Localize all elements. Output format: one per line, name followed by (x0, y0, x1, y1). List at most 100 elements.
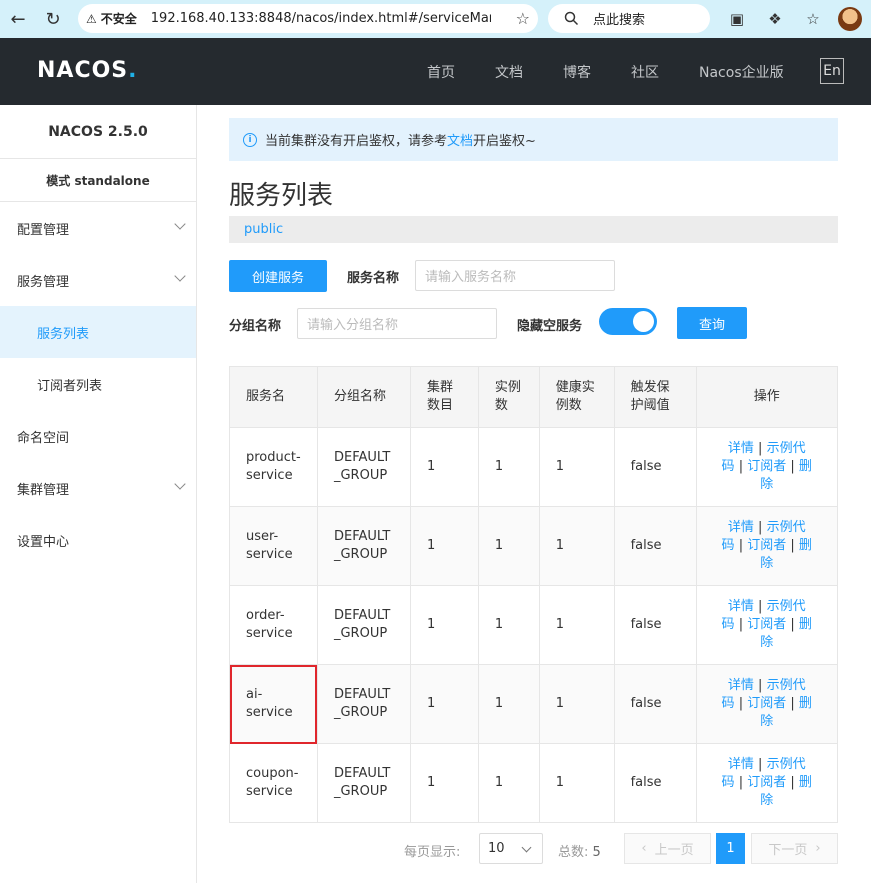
subscriber-link[interactable]: 订阅者 (747, 617, 786, 632)
nav-docs[interactable]: 文档 (495, 38, 523, 105)
sample-code-link[interactable]: 码 (722, 538, 735, 553)
back-icon[interactable]: ← (3, 4, 33, 34)
group-name-cell: DEFAULT _GROUP (316, 585, 411, 665)
nav-blog-label[interactable]: 博客 (563, 62, 591, 82)
language-switch[interactable]: En (820, 58, 844, 84)
sample-code-link[interactable]: 码 (722, 459, 735, 474)
delete-link[interactable]: 删 (799, 696, 812, 711)
operations-cell: 详情 | 示例代码 | 订阅者 | 删除 (695, 506, 838, 586)
sidebar-item-namespace[interactable]: 命名空间 (0, 410, 196, 462)
detail-link[interactable]: 详情 (728, 599, 754, 614)
sidebar-item-label: 服务列表 (37, 326, 90, 342)
column-header: 触发保 护阈值 (613, 366, 697, 428)
create-service-button[interactable]: 创建服务 (229, 260, 327, 292)
sidebar-item-service-list[interactable]: 服务列表 (0, 306, 196, 358)
sidebar-item-subscribers[interactable]: 订阅者列表 (0, 358, 196, 410)
subscriber-link[interactable]: 订阅者 (747, 538, 786, 553)
sample-code-link[interactable]: 示例代 (767, 441, 806, 456)
threshold-cell: false (613, 506, 697, 586)
column-header: 操作 (695, 366, 838, 428)
sample-code-link[interactable]: 示例代 (767, 757, 806, 772)
nacos-logo[interactable]: NACOS. (37, 58, 138, 83)
next-page-button[interactable]: 下一页 › (751, 833, 838, 864)
per-page-label: 每页显示: (404, 845, 461, 860)
threshold-cell: false (613, 664, 697, 744)
sample-code-link[interactable]: 码 (722, 617, 735, 632)
query-button[interactable]: 查询 (677, 307, 747, 339)
service-name-cell: ai-service (229, 664, 318, 744)
nav-community[interactable]: 社区 (631, 38, 659, 105)
info-icon: i (243, 132, 257, 147)
browser-search[interactable]: 点此搜索 (548, 4, 710, 33)
service-name-input[interactable]: 请输入服务名称 (415, 260, 615, 291)
group-name-input[interactable]: 请输入分组名称 (297, 308, 497, 339)
address-bar[interactable]: ⚠ 不安全 192.168.40.133:8848/nacos/index.ht… (78, 4, 538, 33)
healthy-cell: 1 (538, 585, 615, 665)
delete-link[interactable]: 除 (760, 556, 773, 571)
table-row: order-service DEFAULT _GROUP 1 1 1 false 详情 | 示… (229, 585, 838, 665)
nav-home-label[interactable]: 首页 (427, 62, 455, 82)
extension-icon[interactable]: ▣ (724, 6, 750, 32)
sample-code-link[interactable]: 示例代 (767, 678, 806, 693)
delete-link[interactable]: 删 (799, 459, 812, 474)
nav-community-label[interactable]: 社区 (631, 62, 659, 82)
prev-page-button[interactable]: ‹ 上一页 (624, 833, 711, 864)
subscriber-link[interactable]: 订阅者 (747, 696, 786, 711)
table-body: product-service DEFAULT _GROUP 1 1 1 false 详情 |… (229, 427, 838, 823)
delete-link[interactable]: 删 (799, 775, 812, 790)
nav-blog[interactable]: 博客 (563, 38, 591, 105)
sidebar-item-service[interactable]: 服务管理 (0, 254, 196, 306)
reload-icon[interactable]: ↻ (38, 4, 68, 34)
sample-code-link[interactable]: 码 (722, 775, 735, 790)
service-name-cell: user-service (229, 506, 318, 586)
sidebar-item-label: 订阅者列表 (37, 378, 103, 394)
sample-code-link[interactable]: 示例代 (767, 520, 806, 535)
nav-enterprise-label[interactable]: Nacos企业版 (699, 62, 784, 82)
operations-cell: 详情 | 示例代码 | 订阅者 | 删除 (695, 427, 838, 507)
delete-link[interactable]: 删 (799, 617, 812, 632)
delete-link[interactable]: 删 (799, 538, 812, 553)
namespace-label[interactable]: public (244, 222, 283, 237)
puzzle-icon[interactable]: ❖ (762, 6, 788, 32)
namespace-tab[interactable]: public (229, 216, 838, 243)
group-name-cell: DEFAULT _GROUP (316, 427, 411, 507)
delete-link[interactable]: 除 (760, 714, 773, 729)
detail-link[interactable]: 详情 (728, 678, 754, 693)
nav-home[interactable]: 首页 (427, 38, 455, 105)
clusters-cell: 1 (409, 506, 479, 586)
logo-text: NACOS (37, 58, 129, 83)
page-title: 服务列表 (229, 181, 334, 211)
subscriber-link[interactable]: 订阅者 (747, 775, 786, 790)
detail-link[interactable]: 详情 (728, 520, 754, 535)
sample-code-link[interactable]: 示例代 (767, 599, 806, 614)
delete-link[interactable]: 除 (760, 635, 773, 650)
profile-avatar[interactable] (838, 7, 862, 31)
detail-link[interactable]: 详情 (728, 757, 754, 772)
favorites-icon[interactable]: ☆ (800, 6, 826, 32)
group-name-cell: DEFAULT _GROUP (316, 506, 411, 586)
sample-code-link[interactable]: 码 (722, 696, 735, 711)
sidebar-item-label: 配置管理 (17, 222, 70, 238)
security-warning[interactable]: ⚠ 不安全 (86, 10, 137, 27)
sidebar-item-settings[interactable]: 设置中心 (0, 514, 196, 566)
notice-doc-link[interactable]: 文档 (447, 134, 473, 149)
bookmark-star-icon[interactable]: ☆ (516, 9, 530, 28)
page-size-select[interactable]: 10 (479, 833, 543, 864)
nav-docs-label[interactable]: 文档 (495, 62, 523, 82)
chevron-down-icon (521, 842, 532, 853)
delete-link[interactable]: 除 (760, 793, 773, 808)
sidebar-item-config[interactable]: 配置管理 (0, 202, 196, 254)
nav-enterprise[interactable]: Nacos企业版 (699, 38, 784, 105)
hide-empty-toggle[interactable] (599, 308, 657, 335)
table-row: coupon-service DEFAULT _GROUP 1 1 1 false 详情 | … (229, 743, 838, 823)
instances-cell: 1 (477, 585, 540, 665)
sidebar-item-label: 命名空间 (17, 430, 70, 446)
sidebar-item-cluster[interactable]: 集群管理 (0, 462, 196, 514)
group-name-cell: DEFAULT _GROUP (316, 743, 411, 823)
service-name-cell: product-service (229, 427, 318, 507)
current-page[interactable]: 1 (716, 833, 745, 864)
subscriber-link[interactable]: 订阅者 (747, 459, 786, 474)
detail-link[interactable]: 详情 (728, 441, 754, 456)
delete-link[interactable]: 除 (760, 477, 773, 492)
clusters-cell: 1 (409, 743, 479, 823)
